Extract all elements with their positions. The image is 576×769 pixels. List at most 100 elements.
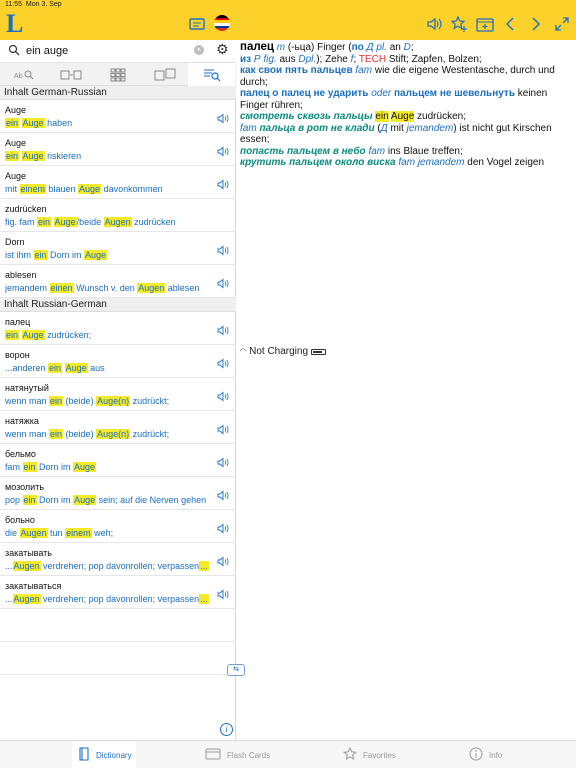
result-row[interactable]: натянутый wenn man ein (beide) Auge(n) zu… [0,378,236,411]
tab-dictionary-label: Dictionary [96,750,132,760]
headword-search-icon[interactable]: Ab [0,63,47,86]
match-highlight: Auge [21,118,45,128]
entry-idiom[interactable]: попасть пальцем в небо [240,146,366,157]
example-text: tun [47,528,66,538]
entry-label[interactable]: fam [355,65,372,76]
speaker-icon[interactable] [217,422,229,440]
speaker-icon[interactable] [217,356,229,374]
speaker-icon[interactable] [217,177,229,195]
empty-row [0,642,236,675]
result-headword: бельмо [5,449,36,459]
result-headword: Auge [5,105,27,115]
entry-text: aus [276,53,299,65]
translation-search-icon[interactable] [141,63,188,86]
entry-text: den Vogel zeigen [464,157,545,168]
settings-gear-icon[interactable]: ⚙ [216,41,229,58]
result-headword: ворон [5,350,30,360]
result-row[interactable]: бельмо fam ein Dorn im Auge [0,444,236,477]
result-row[interactable]: натяжка wenn man ein (beide) Auge(n) zudr… [0,411,236,444]
entry-label[interactable]: fig. [263,54,276,65]
example-text: blauen [46,184,79,194]
example-text: ist ihm [5,250,34,260]
entry-label[interactable]: Д [381,123,388,134]
result-row[interactable]: Auge ein Auge riskieren [0,133,236,166]
speaker-icon[interactable] [217,488,229,506]
entry-label[interactable]: D [404,42,411,53]
result-row[interactable]: Auge ein Auge haben [0,100,236,133]
entry-label[interactable]: jemandem [407,123,454,134]
entry-label[interactable]: fam [368,146,385,157]
result-row[interactable]: закатываться ...Augen verdrehen; pop davo… [0,576,236,609]
example-text: wenn man [5,429,50,439]
result-row[interactable]: Dorn ist ihm ein Dorn im Auge [0,232,236,265]
result-row[interactable]: zudrücken fig. fam ein Auge/beide Augen z… [0,199,236,232]
speaker-icon[interactable] [217,144,229,162]
card-box-icon[interactable] [476,13,494,35]
entry-label[interactable]: Д [367,42,374,53]
speaker-icon[interactable] [217,521,229,539]
speaker-icon[interactable] [217,323,229,341]
speaker-icon[interactable] [217,276,229,294]
example-text: weh; [91,528,114,538]
match-highlight: Auge(n) [96,429,131,439]
result-headword: мозолить [5,482,45,492]
entry-label[interactable]: fam [398,157,415,168]
speaker-icon[interactable] [217,587,229,605]
entry-label[interactable]: Dpl. [298,54,316,65]
match-highlight: Auge [21,151,45,161]
clear-search-icon[interactable]: × [194,45,204,55]
entry-idiom[interactable]: крутить пальцем около виска [240,157,396,168]
speaker-icon[interactable] [217,554,229,572]
result-row[interactable]: ablesen jemandem einen Wunsch v. den Auge… [0,265,236,298]
match-highlight: Auge [78,184,102,194]
flashcard-add-icon[interactable] [188,13,206,35]
grid-view-icon[interactable] [94,63,141,86]
entry-line: крутить пальцем около виска fam jemandem… [240,157,572,169]
forward-arrow-icon[interactable] [530,13,542,35]
result-row[interactable]: палец ein Auge zudrücken; [0,312,236,345]
fulltext-search-icon[interactable] [188,63,235,86]
entry-idiom[interactable]: смотреть сквозь пальцы [240,111,373,122]
result-row[interactable]: закатывать ...Augen verdrehen; pop davonr… [0,543,236,576]
phrase-search-icon[interactable] [47,63,94,86]
entry-phrase[interactable]: как свои пять пальцев [240,65,353,76]
entry-line: палец m (-ьца) Finger (по Д pl. an D; [240,41,572,54]
entry-label[interactable]: m [277,42,285,53]
entry-idiom[interactable]: пальца в рот не клади [259,123,374,134]
entry-label[interactable]: jemandem [418,157,465,168]
entry-label[interactable]: oder [371,88,391,99]
info-icon[interactable]: i [220,723,233,736]
entry-phrase[interactable]: по [352,42,364,53]
result-example: ein Auge riskieren [5,151,211,161]
tab-dictionary[interactable]: Dictionary [72,741,136,769]
expand-icon[interactable] [554,13,570,35]
entry-phrase[interactable]: палец о палец не ударить [240,88,368,99]
speaker-icon[interactable] [217,389,229,407]
entry-phrase[interactable]: из [240,54,251,65]
entry-label[interactable]: P [254,54,261,65]
entry-label[interactable]: pl. [376,42,387,53]
match-highlight: ein [5,330,20,340]
tab-info[interactable]: Info [469,741,502,769]
tab-info-label: Info [489,750,503,760]
back-arrow-icon[interactable] [504,13,516,35]
search-mode-bar: Ab [0,62,236,86]
speaker-icon[interactable] [217,455,229,473]
speaker-icon[interactable] [217,243,229,261]
result-row[interactable]: больно die Augen tun einem weh; [0,510,236,543]
speaker-icon[interactable] [217,111,229,129]
example-text: ablesen [165,283,200,293]
result-row[interactable]: ворон ...anderen ein Auge aus [0,345,236,378]
tab-flash-cards[interactable]: Flash Cards [205,741,270,769]
language-direction-flag-icon[interactable] [214,15,230,31]
result-row[interactable]: мозолить pop ein Dorn im Auge sein; auf d… [0,477,236,510]
search-input[interactable] [26,42,190,60]
entry-phrase[interactable]: пальцем не шевельнуть [394,88,515,99]
search-icon [8,43,20,61]
favorite-add-icon[interactable] [450,13,468,35]
result-headword: палец [5,317,31,327]
entry-label[interactable]: fam [240,123,257,134]
speaker-icon[interactable] [426,13,442,35]
result-row[interactable]: Auge mit einem blauen Auge davonkommen [0,166,236,199]
tab-favorites[interactable]: Favorites [342,741,396,769]
